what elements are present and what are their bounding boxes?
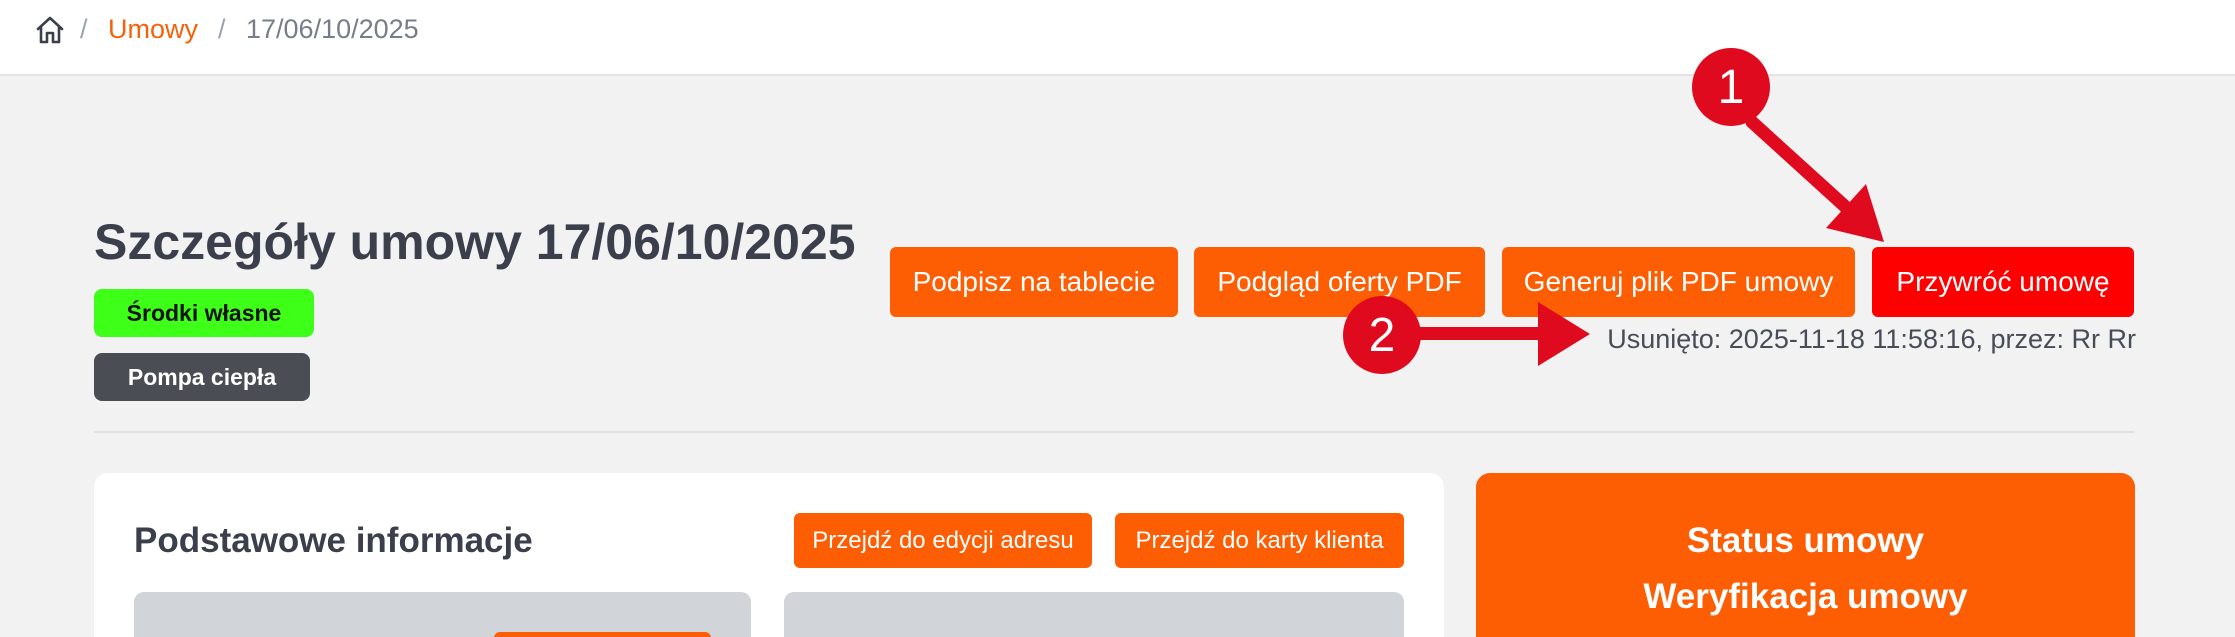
annotation-marker-1: 1 bbox=[1692, 48, 1770, 126]
arrow-2-shaft bbox=[1400, 327, 1540, 340]
annotation-marker-2: 2 bbox=[1343, 296, 1421, 374]
arrow-1-shaft bbox=[1745, 115, 1867, 227]
annotation-arrows bbox=[1400, 115, 1884, 366]
arrow-2-head bbox=[1538, 302, 1590, 366]
